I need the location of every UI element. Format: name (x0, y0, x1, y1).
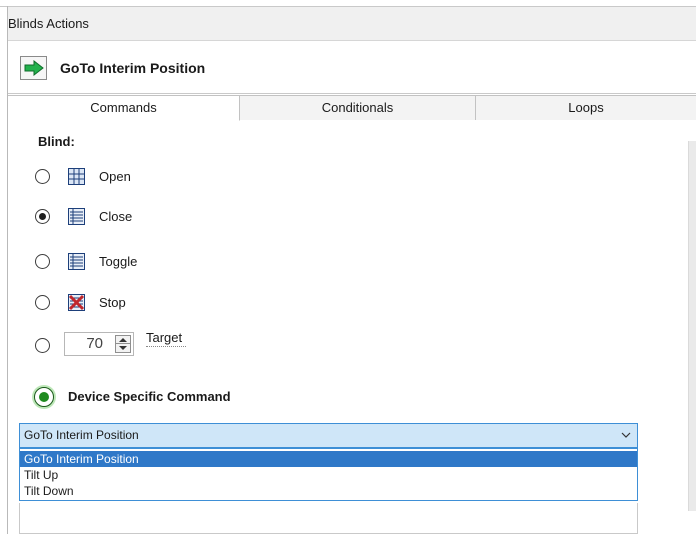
option-target[interactable]: 70 Target (8, 330, 408, 356)
stop-radio[interactable] (35, 295, 50, 310)
left-border (7, 6, 8, 534)
action-title: GoTo Interim Position (60, 60, 206, 76)
window-title: Blinds Actions (8, 7, 696, 41)
vertical-scrollbar[interactable] (688, 141, 696, 511)
tab-loops[interactable]: Loops (476, 95, 696, 120)
action-header: GoTo Interim Position (8, 42, 696, 94)
target-label-overflow (146, 346, 196, 350)
stepper-down-icon[interactable] (116, 344, 130, 352)
option-stop[interactable]: Stop (8, 291, 408, 315)
stepper-buttons (115, 335, 131, 353)
blinds-actions-window: Blinds Actions GoTo Interim Position Com… (0, 0, 696, 534)
green-arrow-icon (24, 60, 44, 76)
blind-toggle-icon (68, 253, 85, 270)
stepper-up-icon[interactable] (116, 336, 130, 344)
stop-label: Stop (99, 295, 126, 310)
commands-panel: Blind: Open Close Toggle Stop 70 Target … (8, 121, 696, 534)
target-stepper[interactable]: 70 (64, 332, 134, 356)
dropdown-item-tilt-down[interactable]: Tilt Down (20, 483, 637, 499)
option-toggle[interactable]: Toggle (8, 250, 408, 274)
command-parameters-area (19, 503, 638, 534)
option-open[interactable]: Open (8, 165, 408, 189)
toggle-radio[interactable] (35, 254, 50, 269)
device-specific-radio[interactable] (34, 387, 54, 407)
target-label: Target (146, 330, 183, 345)
execute-button[interactable] (20, 56, 47, 80)
blind-closed-icon (68, 208, 85, 225)
blind-open-icon (68, 168, 85, 185)
toggle-label: Toggle (99, 254, 138, 269)
dropdown-item-goto-interim[interactable]: GoTo Interim Position (20, 451, 637, 467)
target-value[interactable]: 70 (65, 333, 111, 355)
blind-section-label: Blind: (38, 134, 75, 149)
target-radio[interactable] (35, 338, 50, 353)
open-radio[interactable] (35, 169, 50, 184)
dropdown-item-tilt-up[interactable]: Tilt Up (20, 467, 637, 483)
tab-commands[interactable]: Commands (8, 95, 240, 121)
close-label: Close (99, 209, 133, 224)
open-label: Open (99, 169, 131, 184)
device-command-combobox[interactable]: GoTo Interim Position (19, 423, 638, 448)
tab-bar: Commands Conditionals Loops (8, 95, 696, 121)
option-close[interactable]: Close (8, 205, 408, 229)
blind-stop-icon (68, 294, 85, 311)
device-command-dropdown: GoTo Interim Position Tilt Up Tilt Down (19, 448, 638, 501)
close-radio[interactable] (35, 209, 50, 224)
combo-selected-value: GoTo Interim Position (24, 428, 139, 442)
tab-conditionals[interactable]: Conditionals (240, 95, 476, 120)
chevron-down-icon[interactable] (621, 430, 631, 440)
device-specific-label: Device Specific Command (68, 389, 231, 404)
